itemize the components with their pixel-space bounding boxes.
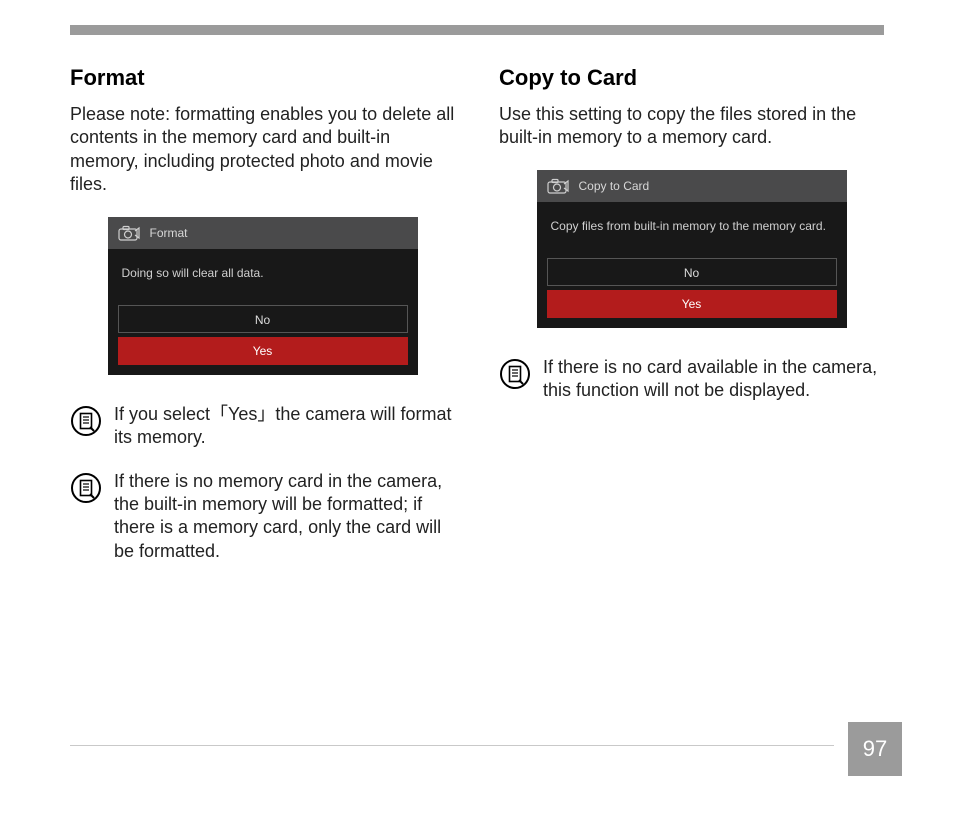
dialog-title: Format: [150, 226, 188, 240]
two-column-layout: Format Please note: formatting enables y…: [70, 65, 884, 583]
note-text: If you select「Yes」the camera will format…: [114, 403, 455, 450]
note-icon: [499, 358, 531, 390]
note-icon: [70, 472, 102, 504]
note-icon: [70, 405, 102, 437]
note-item: If there is no card available in the cam…: [499, 356, 884, 403]
footer-divider: [70, 745, 834, 746]
format-dialog: Format Doing so will clear all data. No …: [108, 217, 418, 375]
dialog-option-yes[interactable]: Yes: [118, 337, 408, 365]
note-text: If there is no memory card in the camera…: [114, 470, 455, 564]
dialog-message: Copy files from built-in memory to the m…: [537, 202, 847, 258]
dialog-option-no[interactable]: No: [547, 258, 837, 286]
dialog-message: Doing so will clear all data.: [108, 249, 418, 305]
right-column: Copy to Card Use this setting to copy th…: [499, 65, 884, 583]
dialog-header: Format: [108, 217, 418, 249]
camera-icon: [118, 225, 140, 241]
dialog-option-yes[interactable]: Yes: [547, 290, 837, 318]
copy-intro-text: Use this setting to copy the files store…: [499, 103, 884, 150]
dialog-option-no[interactable]: No: [118, 305, 408, 333]
manual-page: Format Please note: formatting enables y…: [0, 0, 954, 818]
dialog-title: Copy to Card: [579, 179, 650, 193]
format-heading: Format: [70, 65, 455, 91]
left-column: Format Please note: formatting enables y…: [70, 65, 455, 583]
dialog-header: Copy to Card: [537, 170, 847, 202]
top-divider-bar: [70, 25, 884, 35]
copy-heading: Copy to Card: [499, 65, 884, 91]
camera-icon: [547, 178, 569, 194]
note-item: If you select「Yes」the camera will format…: [70, 403, 455, 450]
note-item: If there is no memory card in the camera…: [70, 470, 455, 564]
note-text: If there is no card available in the cam…: [543, 356, 884, 403]
page-number: 97: [848, 722, 902, 776]
format-intro-text: Please note: formatting enables you to d…: [70, 103, 455, 197]
copy-dialog: Copy to Card Copy files from built-in me…: [537, 170, 847, 328]
